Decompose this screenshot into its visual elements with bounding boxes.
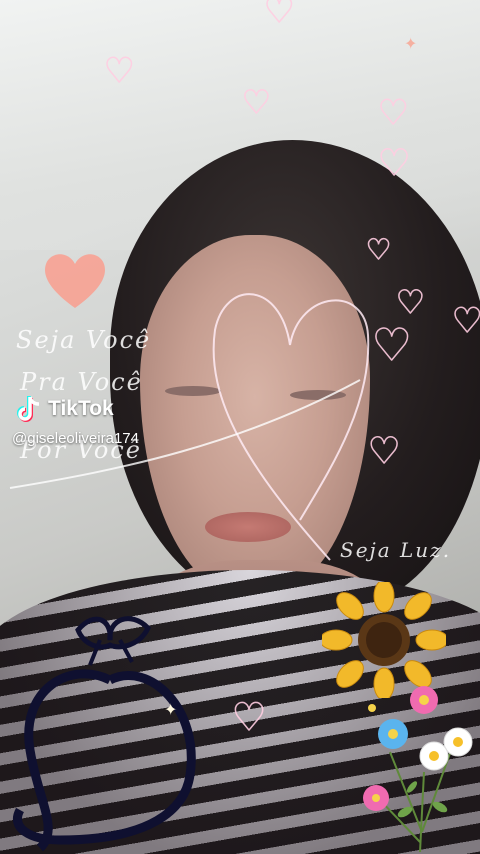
daisy-icon <box>378 719 408 749</box>
daisy-bouquet-icon <box>363 686 473 853</box>
overlay-caption: Seja Luz. <box>340 538 452 562</box>
heart-frame-icon <box>13 616 196 852</box>
daisy-icon <box>419 741 449 771</box>
heart-icon: ♥ <box>241 83 271 121</box>
daisy-icon <box>443 727 473 757</box>
heart-icon: ♥ <box>451 301 480 341</box>
sunflower-icon <box>322 582 446 698</box>
heart-icon: ♥ <box>377 93 409 133</box>
heart-icon: ♥ <box>367 431 401 472</box>
overlay-phrase: Pra Você <box>20 368 143 396</box>
tiktok-logo-icon <box>17 396 40 422</box>
glowing-heart-icon <box>45 254 105 308</box>
heart-icon: ♥ <box>365 233 392 266</box>
heart-icon: ♥ <box>231 695 267 739</box>
heart-icon: ♥ <box>263 0 295 31</box>
photo-scene: ♥ ♥ ♥ ♥ ♥ ♥ ♥ ♥ ♥ ♥ ♥ Seja Você Pra Você… <box>0 0 480 854</box>
username-handle: @giseleoliveira174 <box>12 430 139 447</box>
heart-icon: ♥ <box>103 51 135 91</box>
heart-icon: ♥ <box>395 283 425 321</box>
daisy-icon <box>410 686 438 714</box>
sparkle-icon: ✦ <box>404 34 418 53</box>
daisy-icon <box>363 785 389 811</box>
tiktok-brand-label: TikTok <box>48 397 114 420</box>
overlay-phrase: Seja Você <box>16 326 152 354</box>
heart-icon: ♥ <box>371 320 412 371</box>
tiktok-watermark: TikTok <box>16 394 114 424</box>
heart-icon: ♥ <box>377 143 411 184</box>
sparkle-icon: ✦ <box>164 700 178 719</box>
